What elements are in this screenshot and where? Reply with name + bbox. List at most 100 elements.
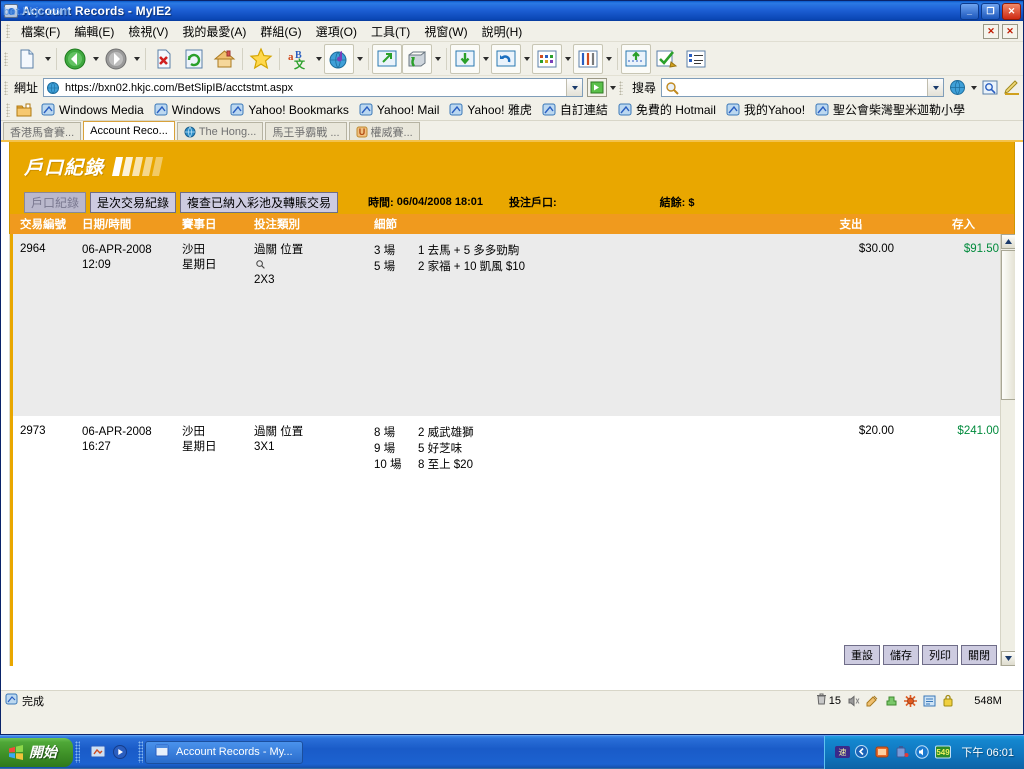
link-windows[interactable]: Windows bbox=[151, 103, 228, 117]
zoom-page-icon[interactable] bbox=[979, 78, 1001, 98]
go-dropdown-icon[interactable] bbox=[607, 73, 618, 103]
tab-account-records[interactable]: Account Reco... bbox=[83, 121, 175, 140]
scroll-down-button[interactable] bbox=[1001, 651, 1015, 666]
link-my-yahoo[interactable]: 我的Yahoo! bbox=[723, 101, 812, 118]
scrollbar-track[interactable] bbox=[1001, 400, 1015, 650]
back-icon[interactable] bbox=[60, 44, 90, 74]
menu-file[interactable]: 檔案(F) bbox=[14, 21, 67, 42]
open-external-icon[interactable] bbox=[372, 44, 402, 74]
menu-window[interactable]: 視窗(W) bbox=[417, 21, 474, 42]
link-yahoo-hk[interactable]: Yahoo! 雅虎 bbox=[446, 101, 538, 118]
address-dropdown-icon[interactable] bbox=[566, 79, 582, 96]
tab-account-record[interactable]: 戶口紀錄 bbox=[24, 192, 86, 213]
globe-media-icon[interactable] bbox=[324, 44, 354, 74]
close-button-page[interactable]: 關閉 bbox=[961, 645, 997, 665]
close-application-button[interactable]: ✕ bbox=[1002, 24, 1018, 39]
search-engine-dropdown-icon[interactable] bbox=[968, 73, 979, 103]
scrollbar-thumb[interactable] bbox=[1001, 250, 1015, 400]
show-desktop-icon[interactable] bbox=[90, 744, 106, 760]
tools-icon[interactable] bbox=[573, 44, 603, 74]
download-dropdown-icon[interactable] bbox=[432, 44, 443, 74]
messenger-icon[interactable] bbox=[875, 745, 890, 760]
scroll-up-button[interactable] bbox=[1001, 234, 1015, 249]
mute-icon[interactable] bbox=[844, 695, 863, 707]
searchbar-grip[interactable] bbox=[619, 81, 623, 95]
menu-group[interactable]: 群組(G) bbox=[253, 21, 308, 42]
grid-view-icon[interactable] bbox=[532, 44, 562, 74]
menu-help[interactable]: 說明(H) bbox=[475, 21, 530, 42]
menu-edit[interactable]: 編輯(E) bbox=[67, 21, 121, 42]
new-page-dropdown-icon[interactable] bbox=[42, 44, 53, 74]
forward-dropdown-icon[interactable] bbox=[131, 44, 142, 74]
print-button[interactable]: 列印 bbox=[922, 645, 958, 665]
search-engine-icon[interactable] bbox=[946, 78, 968, 98]
plugin-icon[interactable] bbox=[882, 695, 901, 707]
magnifier-icon[interactable] bbox=[256, 258, 370, 273]
check-page-icon[interactable] bbox=[651, 44, 681, 74]
close-button[interactable]: ✕ bbox=[1002, 3, 1021, 20]
taskbar-button-account-records[interactable]: Account Records - My... bbox=[145, 741, 303, 764]
ad-filter-icon[interactable] bbox=[863, 695, 882, 707]
home-icon[interactable] bbox=[209, 44, 239, 74]
quicklaunch-grip[interactable] bbox=[75, 741, 80, 763]
linksbar-grip[interactable] bbox=[6, 103, 10, 117]
tools-dropdown-icon[interactable] bbox=[603, 44, 614, 74]
clock[interactable]: 下午 06:01 bbox=[955, 744, 1018, 760]
link-windows-media[interactable]: Windows Media bbox=[38, 103, 151, 117]
links-folder-icon[interactable] bbox=[16, 103, 32, 117]
link-custom-links[interactable]: 自訂連結 bbox=[539, 101, 615, 118]
battery-icon[interactable]: 549 bbox=[935, 745, 950, 760]
blocked-popups-indicator[interactable]: 15 bbox=[813, 693, 844, 708]
tab-hkjc-racing[interactable]: 香港馬會賽... bbox=[3, 122, 81, 140]
menubar-grip[interactable] bbox=[6, 24, 10, 38]
reset-button[interactable]: 重設 bbox=[844, 645, 880, 665]
tab-the-hong-kong[interactable]: The Hong... bbox=[177, 122, 263, 140]
download-manager-icon[interactable] bbox=[402, 44, 432, 74]
forward-icon[interactable] bbox=[101, 44, 131, 74]
refresh-icon[interactable] bbox=[179, 44, 209, 74]
start-button[interactable]: 開始 bbox=[0, 738, 73, 767]
undo-close-dropdown-icon[interactable] bbox=[521, 44, 532, 74]
translate-icon[interactable]: a B 文 bbox=[283, 44, 313, 74]
minimize-button[interactable]: _ bbox=[960, 3, 979, 20]
go-button[interactable] bbox=[587, 78, 607, 97]
favorites-star-icon[interactable] bbox=[246, 44, 276, 74]
save-page-dropdown-icon[interactable] bbox=[480, 44, 491, 74]
settings-icon[interactable] bbox=[901, 695, 920, 707]
link-school[interactable]: 聖公會柴灣聖米迦勒小學 bbox=[812, 101, 972, 118]
tab-authority-race[interactable]: U 權威賽... bbox=[349, 122, 420, 140]
save-page-icon[interactable] bbox=[450, 44, 480, 74]
maximize-button[interactable]: ❐ bbox=[981, 3, 1000, 20]
stop-icon[interactable] bbox=[149, 44, 179, 74]
network-speed-icon[interactable]: 速 bbox=[835, 745, 850, 760]
close-document-button[interactable]: ✕ bbox=[983, 24, 999, 39]
tab-session-transactions[interactable]: 是次交易紀錄 bbox=[90, 192, 176, 213]
grid-view-dropdown-icon[interactable] bbox=[562, 44, 573, 74]
lock-icon[interactable] bbox=[939, 694, 957, 707]
menu-favorites[interactable]: 我的最愛(A) bbox=[175, 21, 253, 42]
undo-close-icon[interactable] bbox=[491, 44, 521, 74]
list-view-icon[interactable] bbox=[681, 44, 711, 74]
address-input[interactable]: https://bxn02.hkjc.com/BetSlipIB/acctstm… bbox=[43, 78, 583, 97]
link-free-hotmail[interactable]: 免費的 Hotmail bbox=[615, 101, 723, 118]
menu-view[interactable]: 檢視(V) bbox=[121, 21, 175, 42]
menu-tools[interactable]: 工具(T) bbox=[364, 21, 417, 42]
upload-icon[interactable] bbox=[621, 44, 651, 74]
tab-review-pool-transfers[interactable]: 複查已納入彩池及轉賬交易 bbox=[180, 192, 338, 213]
search-input[interactable] bbox=[661, 78, 944, 97]
proxy-icon[interactable] bbox=[920, 695, 939, 707]
table-row[interactable]: 2973 06-APR-2008 16:27 沙田 星期日 過關 位置 3X1 bbox=[10, 416, 1015, 616]
table-row[interactable]: 2964 06-APR-2008 12:09 沙田 星期日 過關 位置 bbox=[10, 234, 1015, 416]
usb-icon[interactable] bbox=[895, 745, 910, 760]
translate-dropdown-icon[interactable] bbox=[313, 44, 324, 74]
search-dropdown-icon[interactable] bbox=[927, 79, 943, 96]
volume-icon[interactable] bbox=[915, 745, 930, 760]
media-player-icon[interactable] bbox=[112, 744, 128, 760]
link-yahoo-bookmarks[interactable]: Yahoo! Bookmarks bbox=[227, 103, 356, 117]
chevron-left-icon[interactable] bbox=[855, 745, 870, 760]
new-page-icon[interactable] bbox=[12, 44, 42, 74]
back-dropdown-icon[interactable] bbox=[90, 44, 101, 74]
link-yahoo-mail[interactable]: Yahoo! Mail bbox=[356, 103, 446, 117]
menu-options[interactable]: 選項(O) bbox=[309, 21, 364, 42]
vertical-scrollbar[interactable] bbox=[1000, 234, 1015, 666]
